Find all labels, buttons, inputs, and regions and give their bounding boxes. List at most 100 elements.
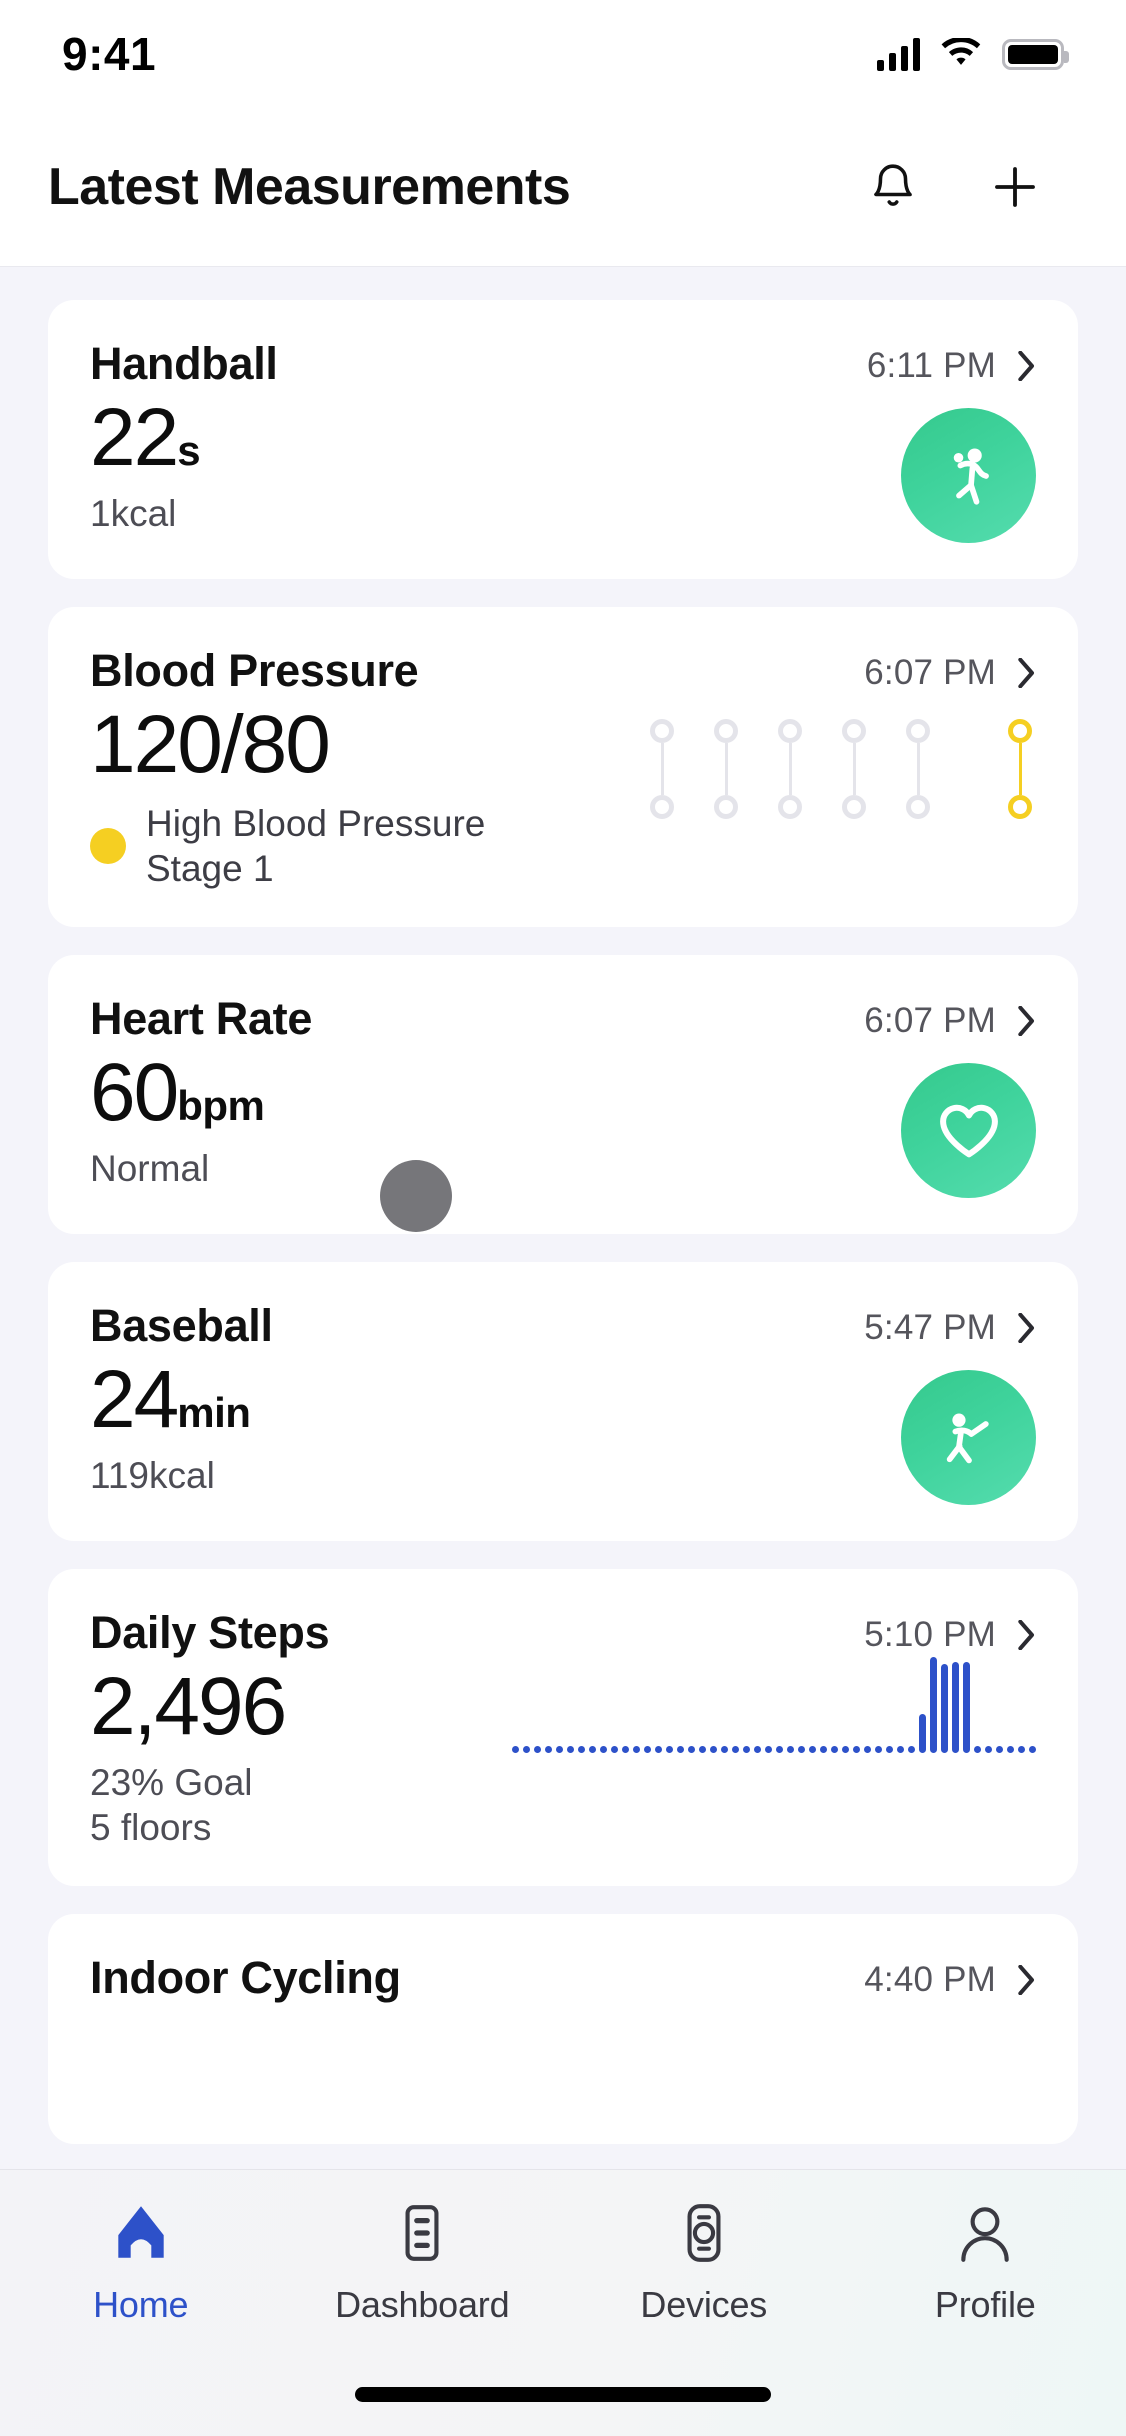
measurement-card-baseball[interactable]: Baseball 5:47 PM 24min 119kcal [48, 1261, 1078, 1541]
card-time: 4:40 PM [864, 1959, 996, 1999]
card-value: 120/80 [90, 699, 331, 790]
measurement-card-blood-pressure[interactable]: Blood Pressure 6:07 PM 120/80 High Blood… [48, 607, 1078, 927]
steps-bar [578, 1745, 585, 1753]
steps-bar [864, 1745, 871, 1753]
steps-bar [743, 1745, 750, 1753]
card-time: 6:11 PM [866, 346, 996, 385]
status-bar-time: 9:41 [62, 28, 157, 80]
bell-icon[interactable] [862, 156, 924, 218]
steps-bar [985, 1745, 992, 1753]
card-value: 2,496 [90, 1660, 287, 1752]
header-actions [862, 156, 1076, 218]
steps-bar [1029, 1745, 1036, 1753]
heart-icon [901, 1062, 1036, 1198]
card-time: 6:07 PM [864, 653, 996, 692]
person-icon [961, 2207, 1009, 2262]
card-body: 60bpm Normal [90, 1045, 1036, 1198]
steps-bar [545, 1745, 552, 1753]
card-values: 22s 1kcal [90, 390, 201, 535]
steps-bar [996, 1745, 1003, 1753]
card-subtext: 119kcal [90, 1454, 215, 1496]
card-header: Daily Steps 5:10 PM [90, 1607, 1036, 1659]
tab-home[interactable]: Home [0, 2200, 282, 2360]
steps-bar [930, 1657, 937, 1753]
chevron-right-icon[interactable] [1018, 1619, 1036, 1650]
steps-bar [798, 1745, 805, 1753]
tab-profile[interactable]: Profile [845, 2200, 1126, 2360]
steps-bar [875, 1745, 882, 1753]
card-header: Blood Pressure 6:07 PM [90, 645, 1036, 697]
card-value: 24min [90, 1353, 251, 1445]
steps-bar [622, 1745, 629, 1753]
chevron-right-icon[interactable] [1018, 1964, 1036, 1995]
card-time: 6:07 PM [864, 1000, 996, 1040]
card-meta[interactable]: 6:07 PM [864, 993, 1036, 1041]
blood-pressure-chart [650, 697, 1036, 819]
steps-bar [534, 1745, 541, 1753]
card-header: Indoor Cycling 4:40 PM [90, 1952, 1036, 2004]
card-values: 24min 119kcal [90, 1352, 251, 1497]
watch-device-icon [687, 2204, 721, 2262]
card-title: Handball [90, 338, 278, 389]
chevron-right-icon[interactable] [1018, 1005, 1036, 1036]
handball-player-icon [901, 408, 1036, 543]
steps-bar [886, 1745, 893, 1753]
steps-bar [897, 1745, 904, 1753]
bp-point [650, 719, 674, 819]
card-meta[interactable]: 6:07 PM [864, 645, 1036, 693]
steps-bar [963, 1661, 970, 1753]
measurement-card-handball[interactable]: Handball 6:11 PM 22s 1kcal [48, 300, 1078, 579]
card-header: Baseball 5:47 PM [90, 1300, 1036, 1352]
steps-bar [831, 1745, 838, 1753]
wifi-icon [941, 38, 981, 65]
chevron-right-icon[interactable] [1018, 351, 1036, 381]
card-value: 22s [90, 392, 201, 483]
baseball-player-icon [901, 1369, 1036, 1505]
card-title: Indoor Cycling [90, 1951, 401, 2003]
card-meta[interactable]: 5:47 PM [864, 1300, 1036, 1348]
card-value: 60bpm [90, 1046, 265, 1138]
card-body: 120/80 High Blood Pressure Stage 1 [90, 697, 1036, 891]
steps-bar [688, 1745, 695, 1753]
steps-bar [655, 1745, 662, 1753]
steps-bar [853, 1745, 860, 1753]
cellular-signal-icon [877, 37, 920, 71]
bp-point [906, 719, 930, 819]
status-bar-icons [877, 37, 1069, 71]
chevron-right-icon[interactable] [1018, 1312, 1036, 1343]
measurement-card-indoor-cycling[interactable]: Indoor Cycling 4:40 PM [48, 1913, 1078, 2144]
card-values: 2,496 23% Goal 5 floors [90, 1659, 287, 1850]
steps-bar [721, 1745, 728, 1753]
card-body: 2,496 23% Goal 5 floors [90, 1657, 1036, 1850]
measurements-list[interactable]: Handball 6:11 PM 22s 1kcal Blood Pressur… [0, 267, 1126, 2169]
pointer-cursor [380, 1160, 452, 1232]
card-meta[interactable]: 5:10 PM [864, 1607, 1036, 1655]
steps-bar [1007, 1745, 1014, 1753]
bp-point-active [1008, 719, 1032, 819]
card-subtext-floors: 5 floors [90, 1807, 212, 1849]
measurement-card-heart-rate[interactable]: Heart Rate 6:07 PM 60bpm Normal [48, 954, 1078, 1234]
card-subtext: Normal [90, 1147, 210, 1189]
steps-bar [919, 1713, 926, 1753]
tab-label: Devices [640, 2284, 768, 2325]
steps-bar [809, 1745, 816, 1753]
tab-devices[interactable]: Devices [563, 2200, 845, 2360]
steps-bar [523, 1745, 530, 1753]
steps-bar [611, 1745, 618, 1753]
card-meta[interactable]: 6:11 PM [867, 338, 1036, 386]
card-body: 22s 1kcal [90, 390, 1036, 543]
steps-bar [787, 1745, 794, 1753]
page-title: Latest Measurements [48, 158, 571, 216]
chevron-right-icon[interactable] [1018, 658, 1036, 688]
steps-bar [556, 1745, 563, 1753]
card-meta[interactable]: 4:40 PM [864, 1952, 1036, 2000]
phone-screen: 9:41 Latest Measurements Handball 6:11 P… [0, 0, 1126, 2436]
measurement-card-daily-steps[interactable]: Daily Steps 5:10 PM 2,496 23% Goal 5 flo… [48, 1568, 1078, 1886]
steps-bar [776, 1745, 783, 1753]
card-subtext: 1kcal [90, 492, 177, 534]
tab-dashboard[interactable]: Dashboard [282, 2200, 564, 2360]
home-icon [118, 2206, 164, 2258]
plus-icon[interactable] [984, 156, 1046, 218]
steps-bar [974, 1745, 981, 1753]
steps-bar [512, 1745, 519, 1753]
